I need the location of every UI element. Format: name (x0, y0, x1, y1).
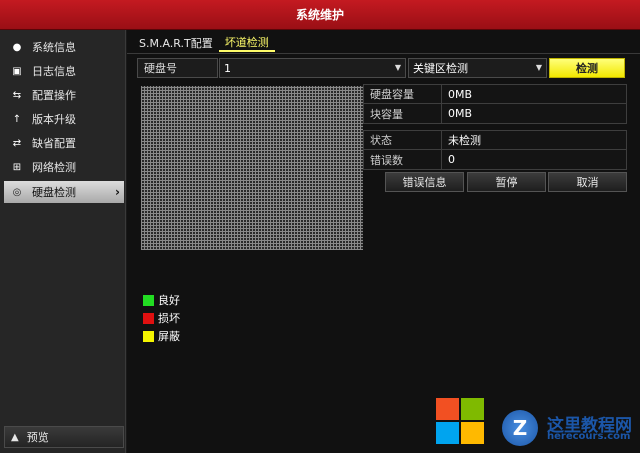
error-count-key: 错误数 (364, 150, 442, 169)
legend-swatch (143, 294, 154, 306)
table-row: 块容量 0MB (364, 104, 626, 123)
watermark-url: herecours.com (547, 431, 631, 442)
sidebar-item-config-ops[interactable]: ⇆ 配置操作 (4, 84, 124, 106)
content-panel: S.M.A.R.T配置 坏道检测 硬盘号 1 ▼ 关键区检测 ▼ 检测 硬盘容量… (127, 30, 640, 453)
sidebar-item-label: 日志信息 (32, 65, 76, 78)
check-button[interactable]: 检测 (549, 58, 625, 78)
capacity-value: 0MB (448, 87, 473, 101)
legend-good: 良好 (143, 292, 180, 308)
status-key: 状态 (364, 131, 442, 149)
upgrade-icon: ↑ (12, 113, 22, 125)
info-icon: ● (12, 41, 22, 53)
tab-smart-config[interactable]: S.M.A.R.T配置 (133, 34, 219, 52)
capacity-key: 硬盘容量 (364, 85, 442, 103)
windows-logo-icon (436, 398, 486, 446)
legend-damaged: 损坏 (143, 310, 180, 326)
sidebar: ● 系统信息 ▣ 日志信息 ⇆ 配置操作 ↑ 版本升级 ⇄ 缺省配置 ⊞ 网络检… (0, 30, 126, 453)
capacity-table: 硬盘容量 0MB 块容量 0MB (363, 84, 627, 124)
tab-bar: S.M.A.R.T配置 坏道检测 (133, 34, 275, 52)
sector-map (141, 86, 363, 250)
network-icon: ⊞ (12, 161, 22, 173)
legend-swatch (143, 312, 154, 324)
legend-label: 屏蔽 (158, 330, 180, 343)
check-mode-select[interactable]: 关键区检测 ▼ (408, 58, 547, 78)
default-icon: ⇄ (12, 137, 22, 149)
error-count-value: 0 (448, 153, 455, 166)
tab-divider (127, 53, 640, 54)
table-row: 硬盘容量 0MB (364, 85, 626, 104)
disk-number-label: 硬盘号 (137, 58, 218, 78)
sidebar-item-label: 硬盘检测 (32, 186, 76, 199)
tab-bad-sector-check[interactable]: 坏道检测 (218, 34, 275, 52)
legend-label: 损坏 (158, 312, 180, 325)
preview-button[interactable]: ▲ 预览 (4, 426, 124, 448)
legend-shielded: 屏蔽 (143, 328, 180, 344)
status-table: 状态 未检测 错误数 0 (363, 130, 627, 170)
sidebar-item-label: 系统信息 (32, 41, 76, 54)
home-icon: ▲ (11, 431, 19, 443)
sidebar-item-system-info[interactable]: ● 系统信息 (4, 36, 124, 58)
chevron-down-icon: ▼ (535, 63, 542, 72)
sidebar-item-network-check[interactable]: ⊞ 网络检测 (4, 156, 124, 178)
log-icon: ▣ (12, 65, 22, 77)
error-info-button[interactable]: 错误信息 (385, 172, 464, 192)
legend-label: 良好 (158, 294, 180, 307)
disk-check-icon: ◎ (12, 186, 22, 198)
sidebar-item-default[interactable]: ⇄ 缺省配置 (4, 132, 124, 154)
disk-number-value: 1 (224, 61, 231, 75)
block-size-key: 块容量 (364, 104, 442, 123)
config-icon: ⇆ (12, 89, 22, 101)
sidebar-item-upgrade[interactable]: ↑ 版本升级 (4, 108, 124, 130)
sidebar-item-label: 网络检测 (32, 161, 76, 174)
sidebar-item-label: 缺省配置 (32, 137, 76, 150)
title-bar: 系统维护 (0, 0, 640, 30)
table-row: 状态 未检测 (364, 131, 626, 150)
sidebar-item-log-info[interactable]: ▣ 日志信息 (4, 60, 124, 82)
pause-button[interactable]: 暂停 (467, 172, 546, 192)
preview-label: 预览 (26, 431, 49, 444)
block-size-value: 0MB (448, 107, 473, 120)
sidebar-item-label: 版本升级 (32, 113, 76, 126)
disk-number-select[interactable]: 1 ▼ (219, 58, 406, 78)
sidebar-item-label: 配置操作 (32, 89, 76, 102)
chevron-down-icon: ▼ (394, 63, 401, 72)
sidebar-item-disk-check[interactable]: ◎ 硬盘检测 › (4, 181, 124, 203)
table-row: 错误数 0 (364, 150, 626, 169)
site-logo-icon: Z (502, 410, 538, 446)
cancel-button[interactable]: 取消 (548, 172, 627, 192)
chevron-right-icon: › (115, 185, 120, 199)
legend-swatch (143, 330, 154, 342)
status-value: 未检测 (448, 134, 481, 147)
window-title: 系统维护 (295, 8, 344, 22)
check-mode-value: 关键区检测 (413, 62, 468, 75)
